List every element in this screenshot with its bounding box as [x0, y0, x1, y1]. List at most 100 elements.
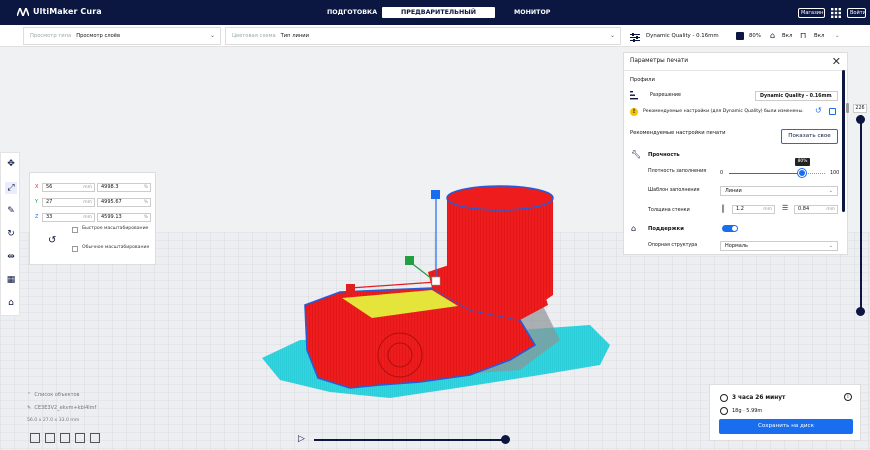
reset-icon[interactable]: ↺	[48, 235, 56, 246]
scale-panel: X 56 mm 4998.3% Y 27 mm 4995.67% Z 33 mm 45…	[29, 172, 156, 265]
resolution-icon	[630, 91, 638, 100]
simulation-track[interactable]	[314, 439, 506, 441]
right-view-icon[interactable]	[90, 433, 100, 443]
adhesion-icon: ⊓	[800, 31, 807, 40]
move-tool-icon[interactable]: ✥	[5, 158, 17, 170]
y-percent-input[interactable]: 4995.67%	[97, 198, 151, 207]
x-percent-value: 4998.3	[101, 184, 119, 190]
support-heading: Поддержки	[648, 226, 684, 232]
stage-preview[interactable]: ПРЕДВАРИТЕЛЬНЫЙ ПРОСМОТР	[382, 7, 495, 27]
x-size-input[interactable]: 56 mm	[42, 183, 95, 192]
infill-max: 100	[830, 171, 840, 176]
settings-scrollbar[interactable]	[842, 70, 845, 212]
chevron-down-icon: ⌄	[209, 32, 215, 39]
wrench-icon: 🔧︎	[631, 150, 642, 159]
support-icon: ⌂	[631, 224, 637, 233]
chevron-down-icon: ⌄	[828, 243, 833, 249]
front-view-icon[interactable]	[45, 433, 55, 443]
modified-warning: Рекомендуемые настройки (для Dynamic Qua…	[643, 109, 804, 114]
rotate-tool-icon[interactable]: ↻	[5, 228, 17, 240]
brush-tool-icon[interactable]: ✎	[5, 205, 17, 217]
save-profile-icon[interactable]	[829, 108, 836, 115]
wall-thickness-input[interactable]: 1.2 mm	[732, 205, 775, 214]
layer-slider-track[interactable]	[860, 115, 862, 312]
chevron-down-icon: ⌄	[835, 33, 840, 39]
top-bottom-input[interactable]: 0.84 mm	[794, 205, 838, 214]
uniform-scaling-label: Обычное масштабирование	[82, 245, 150, 250]
apps-grid-icon[interactable]	[831, 8, 841, 18]
object-dimensions: 56.0 x 27.0 x 33.0 mm	[27, 418, 80, 423]
print-settings-panel: Параметры печати ✕ Профили Разрешение Dy…	[623, 52, 848, 255]
infill-pattern-select[interactable]: Линии ⌄	[720, 186, 838, 196]
support-summary: Вкл	[782, 33, 793, 39]
resolution-select[interactable]: Dynamic Quality - 0.16mm ⌄	[755, 91, 838, 101]
wall-thickness-value: 1.2	[736, 206, 744, 212]
wall-thickness-label: Толщина стенки	[648, 208, 690, 213]
object-list-header[interactable]: ⌃ Список объектов	[27, 392, 96, 398]
z-percent-value: 4599.13	[101, 214, 122, 220]
view-type-select[interactable]: Просмотр типа Просмотр слоёв ⌄	[23, 27, 221, 45]
warning-icon: !	[630, 108, 638, 116]
infill-slider-handle[interactable]	[798, 169, 806, 177]
layer-slider-top-handle[interactable]	[856, 115, 865, 124]
profile-summary: Dynamic Quality - 0.16mm	[646, 33, 719, 39]
infill-min: 0	[720, 171, 724, 176]
support-structure-select[interactable]: Нормаль ⌄	[720, 241, 838, 251]
z-size-value: 33	[46, 214, 53, 220]
support-icon: ⌂	[770, 31, 776, 40]
play-icon[interactable]: ▷	[298, 434, 305, 444]
save-to-disk-button[interactable]: Сохранить на диск	[719, 419, 853, 434]
stage-monitor[interactable]: МОНИТОР	[514, 0, 550, 25]
top-bottom-value: 0.84	[798, 206, 810, 212]
snap-scaling-label: Быстрое масштабирование	[82, 226, 149, 231]
uniform-scaling-checkbox[interactable]	[72, 246, 78, 252]
sign-in-button[interactable]: Войти	[847, 8, 866, 18]
color-scheme-select[interactable]: Цветовая схема Тип линии ⌄	[225, 27, 621, 45]
infill-pattern-value: Линии	[725, 188, 742, 194]
recommended-heading: Рекомендуемые настройки печати	[630, 130, 726, 136]
support-toggle[interactable]	[722, 225, 738, 232]
3d-view-icon[interactable]	[30, 433, 40, 443]
material-icon	[720, 407, 728, 415]
reset-icon[interactable]: ↺	[815, 106, 822, 115]
x-row: X 56 mm 4998.3%	[35, 183, 151, 192]
z-percent-input[interactable]: 4599.13%	[97, 213, 151, 222]
unit-label: mm	[83, 185, 92, 190]
y-size-value: 27	[46, 199, 53, 205]
clock-icon	[720, 394, 728, 402]
stage-prepare[interactable]: ПОДГОТОВКА	[327, 0, 377, 25]
scale-tool-icon[interactable]: ⤢	[5, 182, 17, 194]
color-scheme-value: Тип линии	[280, 33, 310, 39]
x-axis-label: X	[35, 184, 39, 190]
ultimaker-logo-icon	[17, 7, 29, 16]
left-view-icon[interactable]	[75, 433, 85, 443]
object-file-row[interactable]: ✎ CE3E3V2_ekvm+kbl4lmf	[27, 405, 96, 411]
show-custom-button[interactable]: Показать свое	[781, 129, 838, 144]
panel-resize-handle[interactable]	[846, 103, 849, 113]
y-percent-value: 4995.67	[101, 199, 122, 205]
close-icon[interactable]: ✕	[832, 55, 841, 68]
left-toolbar: ✥ ⤢ ✎ ↻ ⇹ ▦ ⌂	[0, 152, 20, 316]
print-settings-summary[interactable]: Dynamic Quality - 0.16mm 80% ⌂ Вкл ⊓ Вкл…	[624, 26, 848, 46]
z-axis-label: Z	[35, 214, 39, 220]
infill-tooltip: 80%	[795, 158, 810, 166]
y-size-input[interactable]: 27 mm	[42, 198, 95, 207]
x-percent-input[interactable]: 4998.3%	[97, 183, 151, 192]
object-file-name: CE3E3V2_ekvm+kbl4lmf	[34, 405, 97, 411]
info-icon[interactable]: i	[844, 393, 852, 401]
per-model-settings-icon[interactable]: ▦	[5, 274, 17, 286]
unit-label: mm	[83, 200, 92, 205]
snap-scaling-checkbox[interactable]	[72, 227, 78, 233]
color-scheme-label: Цветовая схема	[232, 33, 276, 39]
support-blocker-icon[interactable]: ⌂	[5, 297, 17, 309]
y-row: Y 27 mm 4995.67%	[35, 198, 151, 207]
toggle-knob	[732, 226, 737, 231]
top-view-icon[interactable]	[60, 433, 70, 443]
profiles-heading: Профили	[630, 77, 655, 83]
simulation-handle[interactable]	[501, 435, 510, 444]
marketplace-button[interactable]: Магазин	[798, 8, 825, 18]
layer-slider-bottom-handle[interactable]	[856, 307, 865, 316]
chevron-up-icon: ⌃	[27, 392, 32, 398]
z-size-input[interactable]: 33 mm	[42, 213, 95, 222]
mirror-tool-icon[interactable]: ⇹	[5, 251, 17, 263]
